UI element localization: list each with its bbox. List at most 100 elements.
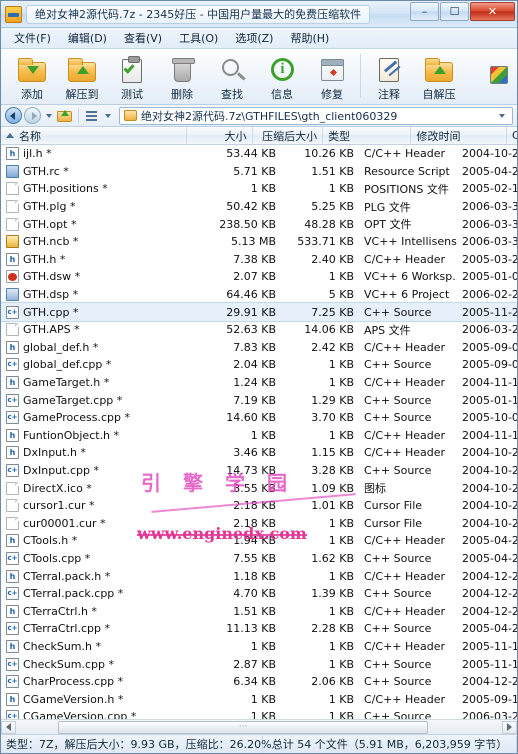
palette-icon[interactable]: [489, 65, 511, 85]
table-row[interactable]: h DxInput.h * 3.46 KB 1.15 KB C/C++ Header 20…: [1, 444, 517, 462]
toolbar-repair[interactable]: 修复: [307, 52, 357, 102]
history-chevron-down-icon[interactable]: [46, 113, 52, 118]
table-row[interactable]: h GameTarget.h * 1.24 KB 1 KB C/C++ Header 20…: [1, 374, 517, 392]
minimize-button[interactable]: –: [410, 2, 439, 21]
table-row[interactable]: GTH.APS * 52.63 KB 14.06 KB APS 文件 2006-03-2…: [1, 321, 517, 339]
file-type-cell: VC++ 6 Worksp...: [364, 270, 457, 284]
toolbar-find[interactable]: 查找: [207, 52, 257, 102]
repair-icon: [316, 55, 348, 85]
maximize-button[interactable]: ☐: [440, 2, 469, 21]
toolbar-delete[interactable]: 删除: [157, 52, 207, 102]
table-row[interactable]: GTH.ncb * 5.13 MB 533.71 KB VC++ Intellisen…: [1, 233, 517, 251]
toolbar-comment[interactable]: 注释: [364, 52, 414, 102]
file-size-cell: 1.18 KB: [233, 569, 276, 583]
hscrollbar-thumb[interactable]: ···: [58, 720, 428, 734]
table-row[interactable]: h ijl.h * 53.44 KB 10.26 KB C/C++ Header 2004…: [1, 145, 517, 163]
view-list-icon[interactable]: [84, 109, 100, 123]
back-arrow-icon[interactable]: [5, 107, 22, 124]
menu-tools[interactable]: 工具(O): [172, 28, 225, 48]
file-name-text: DxInput.h *: [23, 446, 86, 460]
address-path-field[interactable]: 绝对女神2源代码.7z\GTHFILES\gth_client060329: [119, 106, 513, 125]
table-row[interactable]: GTH.opt * 238.50 KB 48.28 KB OPT 文件 2006-03-…: [1, 215, 517, 233]
file-mtime-cell: 2004-12-23 11:06:...: [462, 675, 517, 689]
file-mtime-cell: 2006-03-29 17:09:...: [462, 323, 517, 337]
file-type-cell: Cursor File: [364, 499, 423, 513]
file-mtime-cell: 2005-04-21 02:26:...: [462, 622, 517, 636]
horizontal-scrollbar[interactable]: ···: [1, 719, 517, 734]
table-row[interactable]: c+ GameTarget.cpp * 7.19 KB 1.29 KB C++ Sour…: [1, 391, 517, 409]
status-total-info: 总计 54 个文件（5.91 MB，6,203,959 字节）: [263, 735, 517, 753]
table-row[interactable]: h global_def.h * 7.83 KB 2.42 KB C/C++ Heade…: [1, 339, 517, 357]
column-type[interactable]: 类型: [323, 127, 412, 144]
table-row[interactable]: h CheckSum.h * 1 KB 1 KB C/C++ Header 2005-11…: [1, 638, 517, 656]
menu-edit[interactable]: 编辑(D): [61, 28, 114, 48]
forward-arrow-icon[interactable]: [24, 107, 41, 124]
table-row[interactable]: c+ global_def.cpp * 2.04 KB 1 KB C++ Source 2…: [1, 356, 517, 374]
file-mtime-cell: 2004-12-24 02:27:...: [462, 569, 517, 583]
menu-view[interactable]: 查看(V): [117, 28, 169, 48]
column-packed[interactable]: 压缩后大小: [253, 127, 324, 144]
table-row[interactable]: c+ CGameVersion.cpp * 1 KB 1 KB C++ Source 20…: [1, 708, 517, 719]
table-row[interactable]: GTH.plg * 50.42 KB 5.25 KB PLG 文件 2006-03-31…: [1, 198, 517, 216]
table-row[interactable]: DirectX.ico * 3.55 KB 1.09 KB 图标 2004-10-27 …: [1, 479, 517, 497]
blank-file-icon: [6, 499, 19, 513]
view-chevron-down-icon[interactable]: [105, 113, 111, 118]
table-row[interactable]: GTH.dsw * 2.07 KB 1 KB VC++ 6 Worksp... 2005…: [1, 268, 517, 286]
clipboard-check-icon: [116, 55, 148, 85]
hscroll-track[interactable]: ···: [16, 720, 502, 734]
column-name[interactable]: 名称: [1, 127, 188, 144]
info-icon: i: [266, 55, 298, 85]
toolbar-sfx[interactable]: 自解压: [414, 52, 464, 102]
scroll-left-button[interactable]: [1, 720, 16, 734]
table-row[interactable]: c+ CTerraI.pack.cpp * 4.70 KB 1.39 KB C++ So…: [1, 585, 517, 603]
table-row[interactable]: GTH.rc * 5.71 KB 1.51 KB Resource Script 200…: [1, 163, 517, 181]
menu-help[interactable]: 帮助(H): [283, 28, 336, 48]
file-name-cell: c+ GameTarget.cpp *: [1, 393, 209, 407]
file-size-cell: 1 KB: [250, 428, 276, 442]
h-file-icon: h: [6, 147, 19, 161]
file-packed-cell: 1 KB: [328, 182, 354, 196]
table-row[interactable]: c+ CheckSum.cpp * 2.87 KB 1 KB C++ Source 200…: [1, 655, 517, 673]
file-packed-cell: 1 KB: [328, 710, 354, 719]
toolbar-add[interactable]: 添加: [7, 52, 57, 102]
table-row[interactable]: h CTerraCtrl.h * 1.51 KB 1 KB C/C++ Header 20…: [1, 602, 517, 620]
column-size[interactable]: 大小: [187, 127, 253, 144]
table-row[interactable]: h CGameVersion.h * 1 KB 1 KB C/C++ Header 200…: [1, 690, 517, 708]
column-name-label: 名称: [19, 129, 41, 143]
toolbar-test[interactable]: 测试: [107, 52, 157, 102]
file-size-cell: 3.46 KB: [233, 446, 276, 460]
h-file-icon: h: [6, 639, 19, 653]
table-row[interactable]: h CTools.h * 1.94 KB 1 KB C/C++ Header 2005-0…: [1, 532, 517, 550]
column-crc[interactable]: CRC32: [507, 127, 517, 144]
table-row[interactable]: c+ DxInput.cpp * 14.73 KB 3.28 KB C++ Source…: [1, 462, 517, 480]
table-row[interactable]: c+ CTerraCtrl.cpp * 11.13 KB 2.28 KB C++ Sou…: [1, 620, 517, 638]
toolbar-extract[interactable]: 解压到: [57, 52, 107, 102]
close-button[interactable]: ✕: [470, 2, 515, 21]
menu-options[interactable]: 选项(Z): [228, 28, 280, 48]
file-name-cell: DirectX.ico *: [1, 481, 209, 495]
table-row[interactable]: GTH.dsp * 64.46 KB 5 KB VC++ 6 Project 2006-…: [1, 286, 517, 304]
table-row[interactable]: h GTH.h * 7.38 KB 2.40 KB C/C++ Header 2005-0…: [1, 251, 517, 269]
table-row[interactable]: cursor1.cur * 2.18 KB 1.01 KB Cursor File 20…: [1, 497, 517, 515]
file-mtime-cell: 2004-10-27 13:34:...: [462, 499, 517, 513]
table-row[interactable]: c+ GameProcess.cpp * 14.60 KB 3.70 KB C++ So…: [1, 409, 517, 427]
menu-file[interactable]: 文件(F): [7, 28, 58, 48]
file-packed-cell: 1 KB: [328, 657, 354, 671]
address-chevron-down-icon[interactable]: [499, 113, 505, 118]
table-row[interactable]: GTH.positions * 1 KB 1 KB POSITIONS 文件 2005-…: [1, 180, 517, 198]
column-mtime[interactable]: 修改时间: [411, 127, 507, 144]
file-mtime-cell: 2006-03-20 16:48:...: [462, 710, 517, 719]
folder-up-icon[interactable]: [57, 108, 73, 123]
window-controls: – ☐ ✕: [410, 2, 515, 21]
table-row[interactable]: c+ CharProcess.cpp * 6.34 KB 2.06 KB C++ Sou…: [1, 673, 517, 691]
scroll-right-button[interactable]: [502, 720, 517, 734]
file-name-text: GTH.ncb *: [23, 235, 79, 249]
table-row[interactable]: c+ CTools.cpp * 7.55 KB 1.62 KB C++ Source 20…: [1, 550, 517, 568]
table-row[interactable]: h FuntionObject.h * 1 KB 1 KB C/C++ Header 20…: [1, 427, 517, 445]
table-row[interactable]: cur00001.cur * 2.18 KB 1 KB Cursor File 2004…: [1, 514, 517, 532]
table-row[interactable]: c+ GTH.cpp * 29.91 KB 7.25 KB C++ Source 2005…: [1, 302, 517, 322]
table-row[interactable]: h CTerraI.pack.h * 1.18 KB 1 KB C/C++ Header…: [1, 567, 517, 585]
file-mtime-cell: 2004-10-27 13:34:...: [462, 481, 517, 495]
toolbar-info[interactable]: i 信息: [257, 52, 307, 102]
file-type-cell: C/C++ Header: [364, 692, 446, 706]
